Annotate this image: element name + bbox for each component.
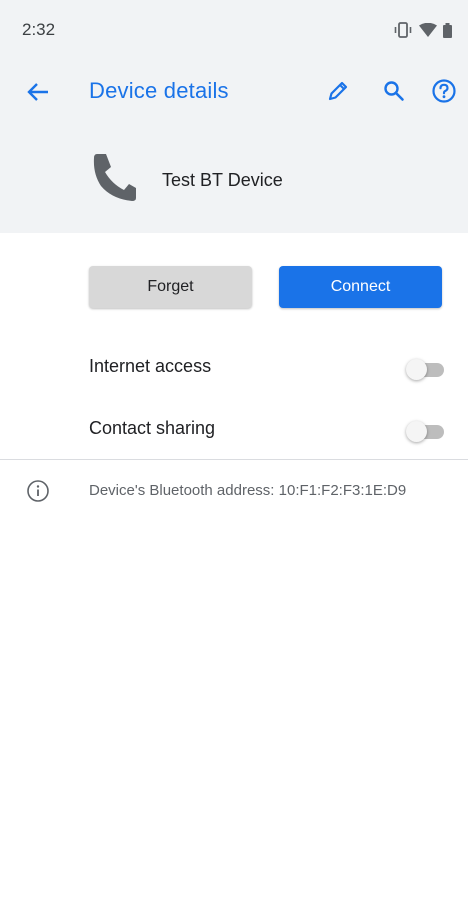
connect-button[interactable]: Connect <box>279 266 442 308</box>
app-bar: Device details <box>0 62 468 124</box>
device-details-screen: 2:32 Device details Test BT Device Forge… <box>0 0 468 907</box>
internet-access-row[interactable]: Internet access <box>0 340 468 396</box>
device-name: Test BT Device <box>162 170 283 190</box>
battery-icon <box>443 22 452 43</box>
page-title: Device details <box>89 78 229 103</box>
switch-thumb <box>406 421 427 442</box>
vibrate-icon <box>393 22 413 43</box>
bluetooth-address-text: Device's Bluetooth address: 10:F1:F2:F3:… <box>89 482 407 499</box>
contact-sharing-label: Contact sharing <box>89 418 216 438</box>
contact-sharing-row[interactable]: Contact sharing <box>0 402 468 458</box>
wifi-icon <box>419 22 437 42</box>
edit-button[interactable] <box>319 74 357 112</box>
info-icon <box>26 479 50 508</box>
internet-access-label: Internet access <box>89 356 212 376</box>
back-button[interactable] <box>20 76 56 112</box>
forget-button[interactable]: Forget <box>89 266 252 308</box>
bluetooth-address-row: Device's Bluetooth address: 10:F1:F2:F3:… <box>0 470 468 514</box>
divider <box>0 459 468 460</box>
status-icons <box>393 22 452 43</box>
help-button[interactable] <box>425 74 463 112</box>
internet-access-switch[interactable] <box>406 359 444 380</box>
search-button[interactable] <box>375 74 413 112</box>
search-icon <box>382 79 406 108</box>
status-bar: 2:32 <box>0 0 468 62</box>
help-icon <box>431 78 457 109</box>
status-time: 2:32 <box>22 20 56 39</box>
switch-thumb <box>406 359 427 380</box>
edit-icon <box>326 79 350 108</box>
device-header: Test BT Device <box>0 148 468 210</box>
arrow-back-icon <box>27 82 49 107</box>
contact-sharing-switch[interactable] <box>406 421 444 442</box>
phone-icon <box>92 152 138 207</box>
